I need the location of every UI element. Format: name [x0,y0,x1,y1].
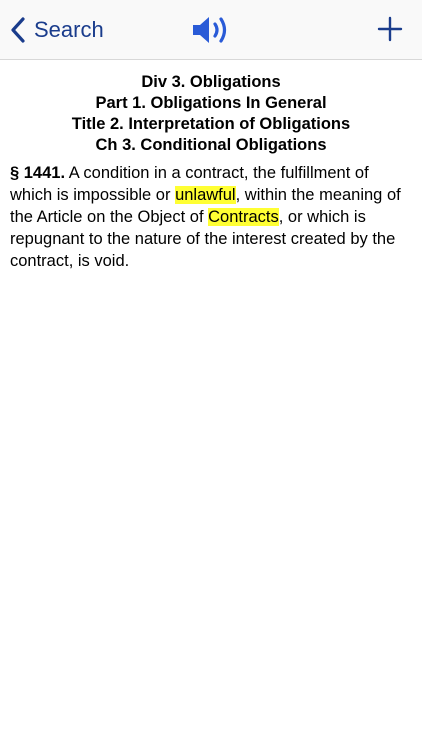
chevron-left-icon [11,17,25,43]
statute-heading: Div 3. Obligations Part 1. Obligations I… [10,72,412,156]
chapter-heading: Ch 3. Conditional Obligations [95,136,327,154]
division-heading: Div 3. Obligations [141,73,281,91]
part-heading: Part 1. Obligations In General [95,94,327,112]
statute-content: Div 3. Obligations Part 1. Obligations I… [0,60,422,272]
back-button[interactable]: Search [8,14,104,46]
search-highlight-contracts: Contracts [208,208,279,226]
speaker-icon [193,17,227,43]
search-highlight-unlawful: unlawful [175,186,236,204]
section-body: § 1441. A condition in a contract, the f… [10,162,412,272]
back-button-label: Search [34,17,104,42]
speak-button[interactable] [191,14,231,46]
title-heading: Title 2. Interpretation of Obligations [71,115,351,133]
navigation-bar: Search [0,0,422,60]
plus-icon [377,16,403,42]
add-button[interactable] [376,15,404,43]
section-number: § 1441. [10,164,66,182]
